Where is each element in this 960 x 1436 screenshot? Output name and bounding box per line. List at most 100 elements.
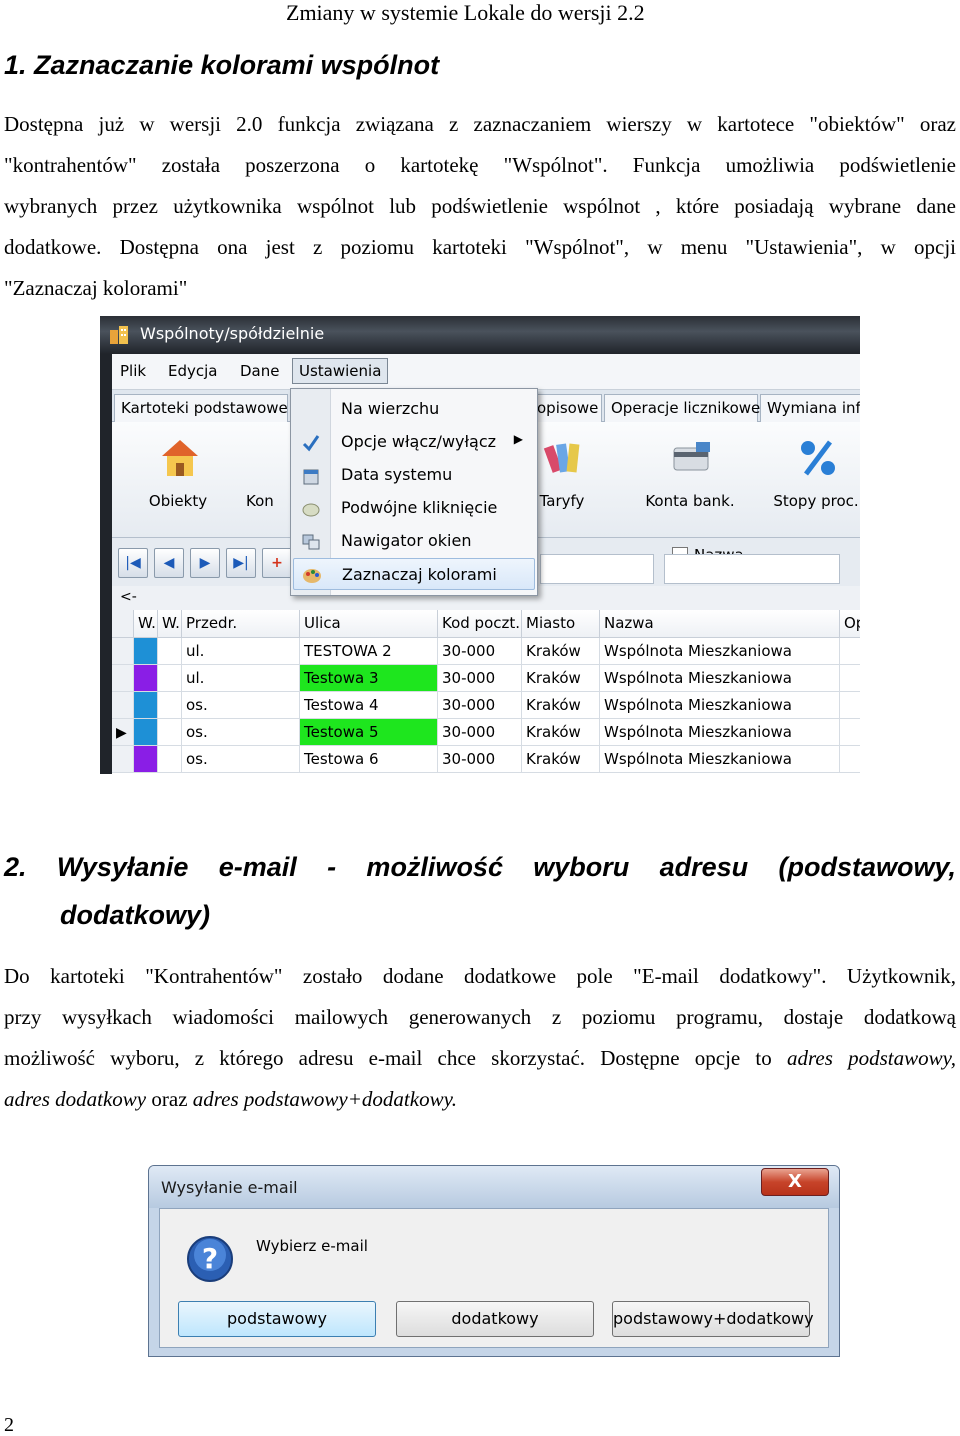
miasto-cell[interactable]: Kraków xyxy=(522,746,600,773)
tab-wymiana-info[interactable]: Wymiana info xyxy=(760,394,860,422)
close-button[interactable]: X xyxy=(761,1168,829,1196)
kod-cell[interactable]: 30-000 xyxy=(438,638,522,665)
kod-cell[interactable]: 30-000 xyxy=(438,665,522,692)
italic-run: adres dodatkowy xyxy=(4,1087,147,1111)
menu-item-data-systemu[interactable]: Data systemu xyxy=(293,459,535,491)
miasto-cell[interactable]: Kraków xyxy=(522,665,600,692)
podstawowy-button[interactable]: podstawowy xyxy=(178,1301,376,1337)
kod-cell[interactable]: 30-000 xyxy=(438,692,522,719)
color-cell-2 xyxy=(158,719,182,746)
section1-line-1: Dostępna już w wersji 2.0 funkcja związa… xyxy=(4,112,956,136)
window-titlebar: Wspólnoty/spółdzielnie xyxy=(100,316,860,354)
op-cell xyxy=(840,638,860,665)
ulica-cell[interactable]: TESTOWA 2 xyxy=(300,638,438,665)
nazwa-filter-field[interactable] xyxy=(664,554,840,584)
nazwa-cell[interactable]: Wspólnota Mieszkaniowa xyxy=(600,638,840,665)
ribbon-kontrahenci[interactable]: Kon xyxy=(230,422,290,538)
przedr-cell[interactable]: os. xyxy=(182,692,300,719)
text-run: . xyxy=(451,1087,457,1111)
menu-item-label: Data systemu xyxy=(341,465,453,484)
ribbon-label: Stopy proc. xyxy=(773,492,859,510)
text-run: możliwość wyboru, z którego adresu e-mai… xyxy=(4,1046,787,1070)
tab-opisowe[interactable]: opisowe xyxy=(530,394,602,422)
house-icon xyxy=(162,440,198,476)
color-cell-1 xyxy=(134,692,158,719)
miasto-cell[interactable]: Kraków xyxy=(522,692,600,719)
kod-cell[interactable]: 30-000 xyxy=(438,719,522,746)
przedr-cell[interactable]: os. xyxy=(182,746,300,773)
row-indicator-header xyxy=(112,610,134,638)
last-record-icon[interactable]: ▶| xyxy=(226,548,256,578)
column-header[interactable]: Nazwa xyxy=(600,610,840,638)
column-header[interactable]: W. xyxy=(158,610,182,638)
przedr-cell[interactable]: ul. xyxy=(182,638,300,665)
menu-item-label: Na wierzchu xyxy=(341,399,440,418)
menu-item-label: Opcje włącz/wyłącz xyxy=(341,432,497,451)
section2-paragraph: Do kartoteki "Kontrahentów" zostało doda… xyxy=(4,956,956,1120)
dialog-message: Wybierz e-mail xyxy=(256,1237,368,1255)
prev-record-icon[interactable]: ◀ xyxy=(154,548,184,578)
op-cell xyxy=(840,692,860,719)
menu-dane[interactable]: Dane xyxy=(240,362,279,380)
op-cell xyxy=(840,665,860,692)
next-record-icon[interactable]: ▶ xyxy=(190,548,220,578)
first-record-icon[interactable]: |◀ xyxy=(118,548,148,578)
przedr-cell[interactable]: os. xyxy=(182,719,300,746)
ulica-cell[interactable]: Testowa 4 xyxy=(300,692,438,719)
column-header[interactable]: Kod poczt. xyxy=(438,610,522,638)
row-indicator: ▶ xyxy=(112,719,134,746)
menu-item-label: Podwójne kliknięcie xyxy=(341,498,498,517)
ribbon-label: Obiekty xyxy=(148,492,208,510)
mouse-icon xyxy=(302,503,320,517)
dialog-titlebar: Wysyłanie e-mail X xyxy=(149,1166,839,1208)
dodatkowy-button[interactable]: dodatkowy xyxy=(396,1301,594,1337)
window-title: Wspólnoty/spółdzielnie xyxy=(140,324,325,343)
section1-line-2: "kontrahentów" została poszerzona o kart… xyxy=(4,153,956,177)
nazwa-cell[interactable]: Wspólnota Mieszkaniowa xyxy=(600,665,840,692)
przedr-cell[interactable]: ul. xyxy=(182,665,300,692)
email-dialog: Wysyłanie e-mail X ? Wybierz e-mail pods… xyxy=(148,1165,840,1357)
ribbon-konta-bank[interactable]: Konta bank. xyxy=(642,422,738,538)
section2-line-1: Do kartoteki "Kontrahentów" zostało doda… xyxy=(4,964,956,988)
column-header[interactable]: Ulica xyxy=(300,610,438,638)
current-row-arrow-icon: ▶ xyxy=(116,725,127,741)
menu-item-opcje[interactable]: Opcje włącz/wyłącz ▶ xyxy=(293,426,535,458)
tab-operacje-licznikowe[interactable]: Operacje licznikowe xyxy=(604,394,760,422)
row-indicator xyxy=(112,692,134,719)
filter-field[interactable] xyxy=(540,554,654,584)
section2-line-4: adres dodatkowy oraz adres podstawowy+do… xyxy=(4,1079,956,1120)
column-header[interactable]: W. xyxy=(134,610,158,638)
kod-cell[interactable]: 30-000 xyxy=(438,746,522,773)
section1-line-4: dodatkowe. Dostępna ona jest z poziomu k… xyxy=(4,235,956,259)
italic-run: adres podstawowy, xyxy=(786,1046,957,1070)
column-header[interactable]: Miasto xyxy=(522,610,600,638)
podstawowy-dodatkowy-button[interactable]: podstawowy+dodatkowy xyxy=(612,1301,814,1337)
ulica-cell[interactable]: Testowa 6 xyxy=(300,746,438,773)
color-cell-1 xyxy=(134,665,158,692)
ulica-cell[interactable]: Testowa 3 xyxy=(300,665,438,692)
text-run: oraz xyxy=(146,1087,193,1111)
miasto-cell[interactable]: Kraków xyxy=(522,719,600,746)
nazwa-cell[interactable]: Wspólnota Mieszkaniowa xyxy=(600,746,840,773)
column-header[interactable]: Op xyxy=(840,610,860,638)
color-cell-2 xyxy=(158,665,182,692)
ribbon-obiekty[interactable]: Obiekty xyxy=(130,422,226,538)
calendar-icon xyxy=(303,469,319,485)
tab-kartoteki-podstawowe[interactable]: Kartoteki podstawowe xyxy=(114,394,288,422)
add-record-icon[interactable]: + xyxy=(262,548,292,578)
menu-item-na-wierzchu[interactable]: Na wierzchu xyxy=(293,393,535,425)
miasto-cell[interactable]: Kraków xyxy=(522,638,600,665)
menu-item-zaznaczaj-kolorami[interactable]: Zaznaczaj kolorami xyxy=(293,558,535,590)
ribbon-stopy-proc[interactable]: Stopy proc. xyxy=(768,422,860,538)
row-indicator xyxy=(112,638,134,665)
menu-edycja[interactable]: Edycja xyxy=(168,362,217,380)
nazwa-cell[interactable]: Wspólnota Mieszkaniowa xyxy=(600,692,840,719)
menu-item-podwojne-klikniecie[interactable]: Podwójne kliknięcie xyxy=(293,492,535,524)
menu-plik[interactable]: Plik xyxy=(120,362,146,380)
menu-ustawienia[interactable]: Ustawienia xyxy=(292,358,389,384)
column-header[interactable]: Przedr. xyxy=(182,610,300,638)
nazwa-cell[interactable]: Wspólnota Mieszkaniowa xyxy=(600,719,840,746)
menu-item-nawigator-okien[interactable]: Nawigator okien xyxy=(293,525,535,557)
ulica-cell[interactable]: Testowa 5 xyxy=(300,719,438,746)
windows-icon xyxy=(302,534,320,550)
